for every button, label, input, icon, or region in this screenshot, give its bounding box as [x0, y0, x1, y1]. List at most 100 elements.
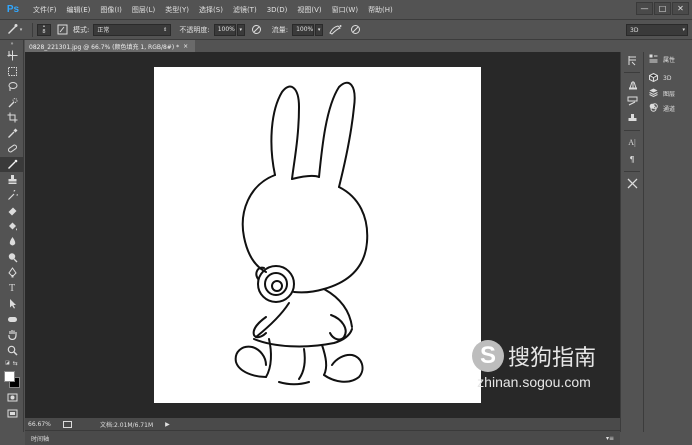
menu-layer[interactable]: 图层(L) [127, 5, 160, 15]
workspace-select[interactable]: 3D ▾ [626, 24, 688, 36]
sogou-watermark: S 搜狗指南 zhinan.sogou.com [471, 340, 596, 390]
path-selection-tool-icon[interactable] [0, 296, 24, 312]
eraser-tool-icon[interactable] [0, 203, 24, 219]
crop-tool-icon[interactable] [0, 110, 24, 126]
swap-colors-icon[interactable]: ⇆ [13, 360, 18, 367]
history-brush-tool-icon[interactable] [0, 188, 24, 204]
brush-panel-icon[interactable] [621, 93, 643, 110]
clone-source-icon[interactable] [621, 110, 643, 127]
cube-icon [649, 72, 658, 84]
blend-mode-select[interactable]: 正常 ⇕ [93, 23, 172, 36]
menu-type[interactable]: 类型(Y) [160, 5, 194, 15]
menu-window[interactable]: 窗口(W) [327, 5, 363, 15]
quick-mask-icon[interactable] [0, 390, 24, 406]
marquee-tool-icon[interactable] [0, 64, 24, 80]
paint-bucket-tool-icon[interactable] [0, 219, 24, 235]
menu-help[interactable]: 帮助(H) [363, 5, 398, 15]
close-button[interactable]: ✕ [672, 2, 689, 15]
lasso-tool-icon[interactable] [0, 79, 24, 95]
pen-tool-icon[interactable] [0, 265, 24, 281]
zoom-tool-icon[interactable] [0, 343, 24, 359]
screen-mode-icon[interactable] [0, 406, 24, 422]
channels-label: 通道 [663, 106, 676, 113]
document-canvas[interactable] [154, 67, 481, 403]
panel-menu-icon[interactable]: ▾≡ [606, 435, 614, 442]
menu-view[interactable]: 视图(V) [292, 5, 326, 15]
tab-close-icon[interactable]: × [183, 43, 188, 50]
separator [624, 72, 640, 73]
blur-tool-icon[interactable] [0, 234, 24, 250]
status-menu-arrow[interactable]: ▶ [165, 421, 170, 428]
bunny-line-drawing [234, 81, 369, 386]
3d-panel-tab[interactable]: 3D [644, 71, 692, 86]
healing-brush-tool-icon[interactable] [0, 141, 24, 157]
history-panel-icon[interactable] [621, 52, 643, 69]
menu-filter[interactable]: 滤镜(T) [228, 5, 262, 15]
flow-dropdown[interactable]: ▾ [315, 23, 324, 36]
watermark-text: 搜狗指南 [507, 346, 596, 371]
flow-input[interactable]: 100% [292, 23, 315, 36]
pressure-opacity-icon[interactable] [250, 23, 264, 37]
shape-tool-icon[interactable] [0, 312, 24, 328]
paragraph-panel-icon[interactable]: ¶ [621, 151, 643, 168]
properties-panel-tab[interactable]: 属性 [644, 52, 692, 67]
menu-3d[interactable]: 3D(D) [262, 6, 293, 14]
maximize-button[interactable]: □ [654, 2, 671, 15]
sogou-logo: S [471, 340, 504, 372]
dropdown-arrow-icon: ▾ [317, 26, 321, 33]
export-icon[interactable] [62, 419, 72, 429]
dropdown-arrow-icon: ▾ [19, 26, 23, 33]
default-colors-icon[interactable]: ◪ [5, 360, 10, 366]
document-tab[interactable]: 0828_221301.jpg @ 66.7% (颜色填充 1, RGB/8#)… [25, 40, 195, 52]
brush-presets-icon[interactable] [621, 76, 643, 93]
workspace-value: 3D [630, 26, 639, 34]
clone-stamp-tool-icon[interactable] [0, 172, 24, 188]
panel-dock: 属性 3D 图层 通道 [643, 52, 692, 432]
panel-collapse-icon[interactable]: » [0, 40, 24, 48]
timeline-tab[interactable]: 时间轴 [31, 434, 49, 443]
zoom-field[interactable]: 66.67% [26, 419, 62, 429]
brush-size: 8 [42, 28, 46, 35]
window-controls: — □ ✕ [636, 2, 689, 15]
foreground-color-swatch[interactable] [4, 371, 15, 382]
separator [624, 171, 640, 172]
quick-selection-tool-icon[interactable] [0, 95, 24, 111]
pressure-size-icon[interactable] [348, 23, 362, 37]
brush-tool-icon[interactable] [0, 156, 24, 172]
mode-label: 模式: [73, 25, 90, 34]
hand-tool-icon[interactable] [0, 327, 24, 343]
brush-size-box[interactable]: • 8 [37, 23, 51, 36]
separator [32, 22, 33, 37]
flow-value: 100% [296, 26, 314, 33]
brush-panel-toggle-icon[interactable] [55, 23, 69, 37]
separator [624, 130, 640, 131]
type-tool-icon[interactable]: T [0, 281, 24, 297]
tools-panel: » T ◪ ⇆ [0, 40, 24, 432]
panel-icon-strip: A| ¶ [620, 52, 642, 432]
opacity-dropdown[interactable]: ▾ [236, 23, 245, 36]
color-swatches [0, 368, 24, 390]
eyedropper-tool-icon[interactable] [0, 126, 24, 142]
menu-image[interactable]: 图像(I) [95, 5, 127, 15]
airbrush-icon[interactable] [328, 23, 342, 37]
status-bar: 66.67% 文档:2.01M/6.71M ▶ [25, 418, 620, 430]
layers-panel-tab[interactable]: 图层 [644, 86, 692, 101]
blend-mode-value: 正常 [97, 27, 110, 34]
opacity-input[interactable]: 100% [213, 23, 236, 36]
tool-presets-icon[interactable] [621, 175, 643, 192]
photoshop-window: Ps 文件(F) 编辑(E) 图像(I) 图层(L) 类型(Y) 选择(S) 滤… [0, 0, 692, 445]
color-controls[interactable]: ◪ ⇆ [0, 358, 24, 368]
menu-edit[interactable]: 编辑(E) [62, 5, 96, 15]
minimize-button[interactable]: — [636, 2, 653, 15]
properties-icon [649, 54, 658, 65]
options-bar: ▾ • 8 模式: 正常 ⇕ 不透明度: 100% ▾ 流量: 100% ▾ 3… [0, 20, 692, 40]
character-panel-icon[interactable]: A| [621, 134, 643, 151]
brush-preset-picker[interactable]: ▾ [0, 23, 28, 37]
menu-select[interactable]: 选择(S) [194, 5, 228, 15]
menu-file[interactable]: 文件(F) [28, 5, 62, 15]
move-tool-icon[interactable] [0, 48, 24, 64]
dropdown-arrow-icon: ▾ [682, 27, 685, 33]
dodge-tool-icon[interactable] [0, 250, 24, 266]
document-title: 0828_221301.jpg @ 66.7% (颜色填充 1, RGB/8#)… [29, 43, 180, 51]
channels-panel-tab[interactable]: 通道 [644, 101, 692, 116]
